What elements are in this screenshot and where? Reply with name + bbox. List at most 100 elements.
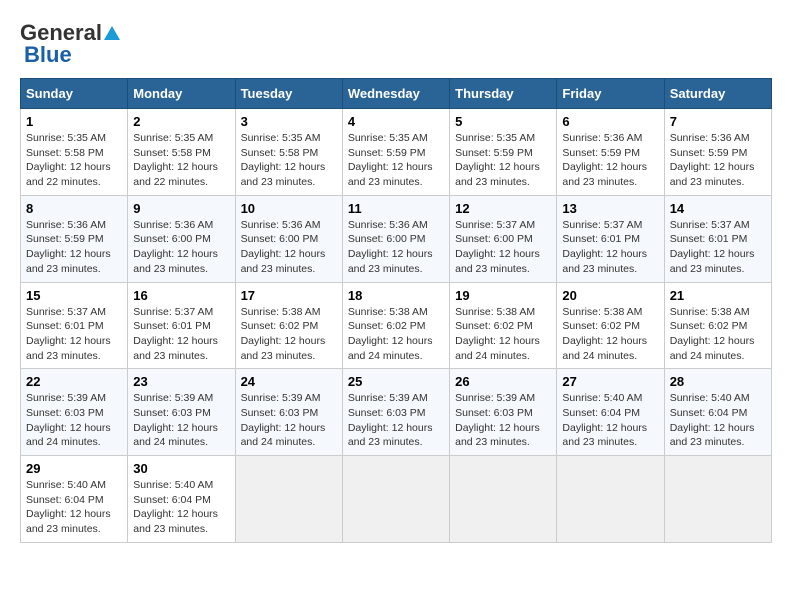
calendar-week-row: 8 Sunrise: 5:36 AMSunset: 5:59 PMDayligh… [21, 195, 772, 282]
day-info: Sunrise: 5:39 AMSunset: 6:03 PMDaylight:… [455, 392, 540, 448]
day-info: Sunrise: 5:39 AMSunset: 6:03 PMDaylight:… [241, 392, 326, 448]
calendar-day-16: 16 Sunrise: 5:37 AMSunset: 6:01 PMDaylig… [128, 282, 235, 369]
weekday-header-tuesday: Tuesday [235, 79, 342, 109]
day-number: 26 [455, 374, 551, 389]
page-header: General Blue [20, 20, 772, 68]
day-number: 29 [26, 461, 122, 476]
logo-triangle-icon [104, 26, 120, 40]
weekday-header-monday: Monday [128, 79, 235, 109]
day-info: Sunrise: 5:36 AMSunset: 5:59 PMDaylight:… [562, 132, 647, 188]
day-info: Sunrise: 5:40 AMSunset: 6:04 PMDaylight:… [26, 479, 111, 535]
weekday-header-thursday: Thursday [450, 79, 557, 109]
calendar-day-5: 5 Sunrise: 5:35 AMSunset: 5:59 PMDayligh… [450, 109, 557, 196]
calendar-empty-cell [450, 456, 557, 543]
day-info: Sunrise: 5:39 AMSunset: 6:03 PMDaylight:… [26, 392, 111, 448]
day-info: Sunrise: 5:36 AMSunset: 6:00 PMDaylight:… [133, 219, 218, 275]
calendar-empty-cell [342, 456, 449, 543]
day-number: 8 [26, 201, 122, 216]
calendar-week-row: 29 Sunrise: 5:40 AMSunset: 6:04 PMDaylig… [21, 456, 772, 543]
day-info: Sunrise: 5:37 AMSunset: 6:01 PMDaylight:… [26, 306, 111, 362]
calendar-empty-cell [235, 456, 342, 543]
day-info: Sunrise: 5:35 AMSunset: 5:59 PMDaylight:… [455, 132, 540, 188]
day-number: 30 [133, 461, 229, 476]
day-number: 28 [670, 374, 766, 389]
calendar-day-14: 14 Sunrise: 5:37 AMSunset: 6:01 PMDaylig… [664, 195, 771, 282]
weekday-header-sunday: Sunday [21, 79, 128, 109]
day-number: 2 [133, 114, 229, 129]
day-info: Sunrise: 5:38 AMSunset: 6:02 PMDaylight:… [241, 306, 326, 362]
calendar-day-10: 10 Sunrise: 5:36 AMSunset: 6:00 PMDaylig… [235, 195, 342, 282]
day-number: 20 [562, 288, 658, 303]
calendar-day-30: 30 Sunrise: 5:40 AMSunset: 6:04 PMDaylig… [128, 456, 235, 543]
day-number: 27 [562, 374, 658, 389]
day-info: Sunrise: 5:35 AMSunset: 5:58 PMDaylight:… [241, 132, 326, 188]
day-number: 6 [562, 114, 658, 129]
day-number: 12 [455, 201, 551, 216]
calendar-week-row: 1 Sunrise: 5:35 AMSunset: 5:58 PMDayligh… [21, 109, 772, 196]
calendar-day-19: 19 Sunrise: 5:38 AMSunset: 6:02 PMDaylig… [450, 282, 557, 369]
calendar-table: SundayMondayTuesdayWednesdayThursdayFrid… [20, 78, 772, 543]
day-number: 14 [670, 201, 766, 216]
day-info: Sunrise: 5:36 AMSunset: 5:59 PMDaylight:… [26, 219, 111, 275]
day-info: Sunrise: 5:38 AMSunset: 6:02 PMDaylight:… [670, 306, 755, 362]
calendar-header-row: SundayMondayTuesdayWednesdayThursdayFrid… [21, 79, 772, 109]
day-number: 4 [348, 114, 444, 129]
calendar-day-23: 23 Sunrise: 5:39 AMSunset: 6:03 PMDaylig… [128, 369, 235, 456]
calendar-day-4: 4 Sunrise: 5:35 AMSunset: 5:59 PMDayligh… [342, 109, 449, 196]
day-info: Sunrise: 5:40 AMSunset: 6:04 PMDaylight:… [133, 479, 218, 535]
calendar-day-7: 7 Sunrise: 5:36 AMSunset: 5:59 PMDayligh… [664, 109, 771, 196]
calendar-day-1: 1 Sunrise: 5:35 AMSunset: 5:58 PMDayligh… [21, 109, 128, 196]
calendar-week-row: 15 Sunrise: 5:37 AMSunset: 6:01 PMDaylig… [21, 282, 772, 369]
day-info: Sunrise: 5:35 AMSunset: 5:58 PMDaylight:… [26, 132, 111, 188]
calendar-empty-cell [557, 456, 664, 543]
day-info: Sunrise: 5:39 AMSunset: 6:03 PMDaylight:… [348, 392, 433, 448]
calendar-empty-cell [664, 456, 771, 543]
day-info: Sunrise: 5:36 AMSunset: 6:00 PMDaylight:… [348, 219, 433, 275]
day-info: Sunrise: 5:40 AMSunset: 6:04 PMDaylight:… [670, 392, 755, 448]
calendar-day-18: 18 Sunrise: 5:38 AMSunset: 6:02 PMDaylig… [342, 282, 449, 369]
weekday-header-friday: Friday [557, 79, 664, 109]
calendar-day-12: 12 Sunrise: 5:37 AMSunset: 6:00 PMDaylig… [450, 195, 557, 282]
day-info: Sunrise: 5:37 AMSunset: 6:00 PMDaylight:… [455, 219, 540, 275]
day-number: 9 [133, 201, 229, 216]
day-number: 10 [241, 201, 337, 216]
calendar-day-2: 2 Sunrise: 5:35 AMSunset: 5:58 PMDayligh… [128, 109, 235, 196]
day-info: Sunrise: 5:35 AMSunset: 5:58 PMDaylight:… [133, 132, 218, 188]
day-info: Sunrise: 5:37 AMSunset: 6:01 PMDaylight:… [562, 219, 647, 275]
day-info: Sunrise: 5:39 AMSunset: 6:03 PMDaylight:… [133, 392, 218, 448]
day-number: 15 [26, 288, 122, 303]
day-info: Sunrise: 5:40 AMSunset: 6:04 PMDaylight:… [562, 392, 647, 448]
day-number: 25 [348, 374, 444, 389]
calendar-day-27: 27 Sunrise: 5:40 AMSunset: 6:04 PMDaylig… [557, 369, 664, 456]
day-number: 11 [348, 201, 444, 216]
calendar-day-11: 11 Sunrise: 5:36 AMSunset: 6:00 PMDaylig… [342, 195, 449, 282]
calendar-day-24: 24 Sunrise: 5:39 AMSunset: 6:03 PMDaylig… [235, 369, 342, 456]
day-number: 23 [133, 374, 229, 389]
day-info: Sunrise: 5:36 AMSunset: 6:00 PMDaylight:… [241, 219, 326, 275]
weekday-header-saturday: Saturday [664, 79, 771, 109]
calendar-day-8: 8 Sunrise: 5:36 AMSunset: 5:59 PMDayligh… [21, 195, 128, 282]
weekday-header-wednesday: Wednesday [342, 79, 449, 109]
day-info: Sunrise: 5:38 AMSunset: 6:02 PMDaylight:… [455, 306, 540, 362]
calendar-week-row: 22 Sunrise: 5:39 AMSunset: 6:03 PMDaylig… [21, 369, 772, 456]
day-info: Sunrise: 5:38 AMSunset: 6:02 PMDaylight:… [562, 306, 647, 362]
logo-blue-text: Blue [20, 42, 72, 68]
day-number: 3 [241, 114, 337, 129]
calendar-day-3: 3 Sunrise: 5:35 AMSunset: 5:58 PMDayligh… [235, 109, 342, 196]
day-number: 16 [133, 288, 229, 303]
day-info: Sunrise: 5:38 AMSunset: 6:02 PMDaylight:… [348, 306, 433, 362]
calendar-day-20: 20 Sunrise: 5:38 AMSunset: 6:02 PMDaylig… [557, 282, 664, 369]
calendar-day-21: 21 Sunrise: 5:38 AMSunset: 6:02 PMDaylig… [664, 282, 771, 369]
day-number: 24 [241, 374, 337, 389]
logo: General Blue [20, 20, 120, 68]
calendar-day-28: 28 Sunrise: 5:40 AMSunset: 6:04 PMDaylig… [664, 369, 771, 456]
calendar-day-17: 17 Sunrise: 5:38 AMSunset: 6:02 PMDaylig… [235, 282, 342, 369]
day-number: 5 [455, 114, 551, 129]
day-number: 13 [562, 201, 658, 216]
day-number: 22 [26, 374, 122, 389]
day-info: Sunrise: 5:37 AMSunset: 6:01 PMDaylight:… [133, 306, 218, 362]
day-info: Sunrise: 5:37 AMSunset: 6:01 PMDaylight:… [670, 219, 755, 275]
day-number: 17 [241, 288, 337, 303]
day-number: 21 [670, 288, 766, 303]
calendar-day-26: 26 Sunrise: 5:39 AMSunset: 6:03 PMDaylig… [450, 369, 557, 456]
